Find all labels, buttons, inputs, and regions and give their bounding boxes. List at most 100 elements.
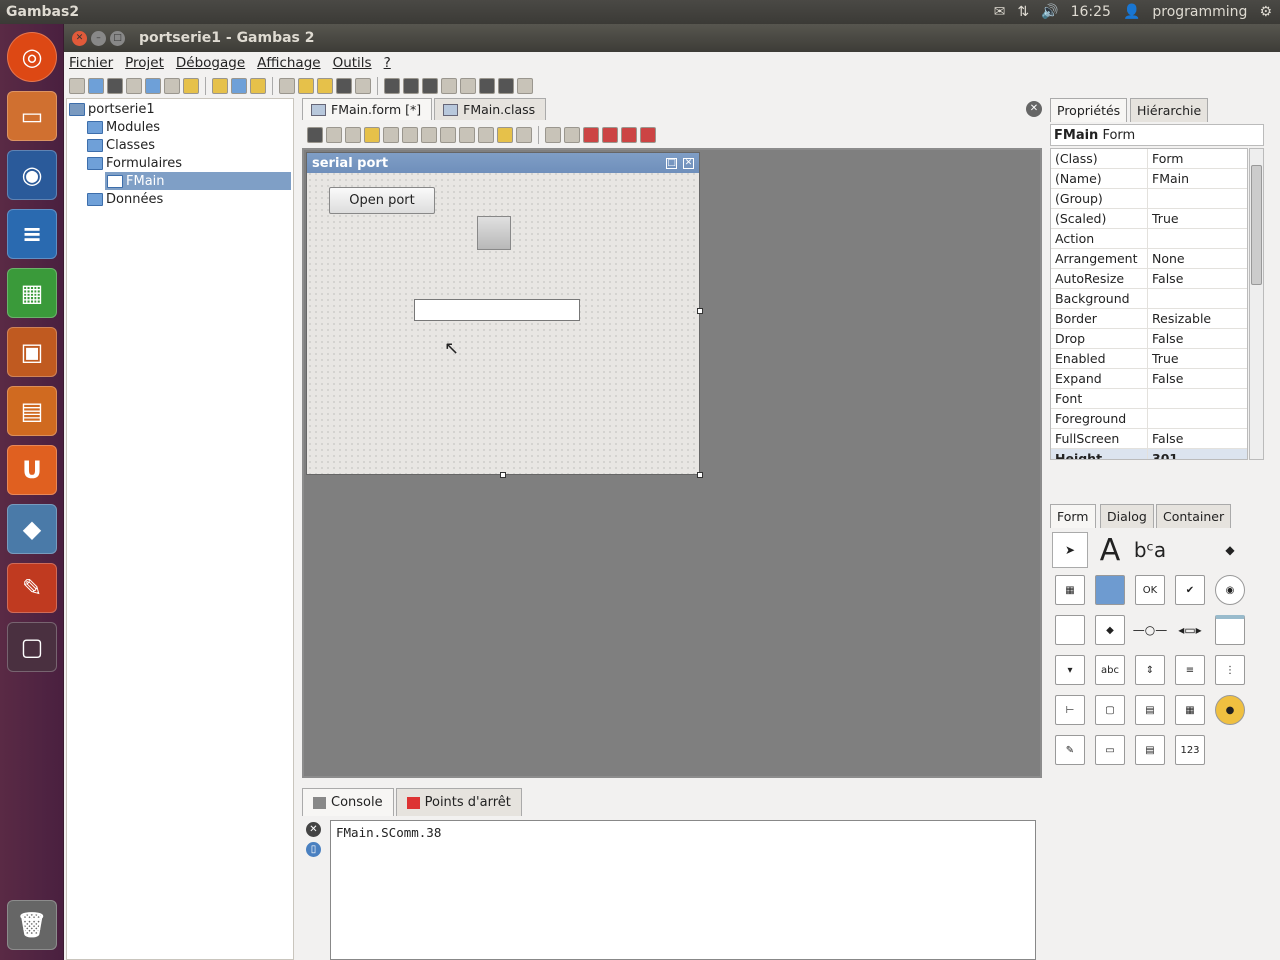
files-icon[interactable]: ▭: [7, 91, 57, 141]
properties-icon[interactable]: [145, 78, 161, 94]
open-port-button[interactable]: Open port: [329, 187, 435, 214]
property-value[interactable]: [1148, 189, 1247, 208]
valuebox-tool-icon[interactable]: 123: [1172, 732, 1208, 768]
clock[interactable]: 16:25: [1071, 4, 1111, 20]
properties-table[interactable]: (Class) Form (Name) FMain (Group) (Scaled) Tru…: [1050, 148, 1248, 460]
scrollbar-thumb[interactable]: [1251, 165, 1262, 285]
resize-handle[interactable]: [500, 472, 506, 478]
project-tree[interactable]: portserie1 Modules Classes Formulaires F…: [66, 98, 294, 960]
trash-icon[interactable]: 🗑: [7, 900, 57, 950]
package-icon[interactable]: [250, 78, 266, 94]
gear-icon[interactable]: ⚙: [1259, 4, 1272, 20]
magic-icon[interactable]: [317, 78, 333, 94]
property-row[interactable]: (Group): [1051, 189, 1247, 209]
property-row[interactable]: Foreground: [1051, 409, 1247, 429]
menu-editor-icon[interactable]: [497, 127, 513, 143]
tools-icon[interactable]: [183, 78, 199, 94]
property-value[interactable]: False: [1148, 329, 1247, 348]
movie-tool-icon[interactable]: ▦: [1052, 572, 1088, 608]
close-tab-icon[interactable]: ✕: [1026, 101, 1042, 117]
undo-icon[interactable]: [459, 127, 475, 143]
menu-projet[interactable]: Projet: [125, 55, 164, 71]
resize-handle[interactable]: [697, 472, 703, 478]
search-icon[interactable]: [355, 78, 371, 94]
tab-properties[interactable]: Propriétés: [1050, 98, 1128, 122]
tree-item-classes[interactable]: Classes: [85, 136, 155, 154]
listview-tool-icon[interactable]: ⋮: [1212, 652, 1248, 688]
picturebox-tool-icon[interactable]: [1092, 572, 1128, 608]
tab-fmain-class[interactable]: FMain.class: [434, 98, 547, 120]
refresh-icon[interactable]: [164, 78, 180, 94]
tab-fmain-form[interactable]: FMain.form [*]: [302, 98, 433, 120]
listbox-tool-icon[interactable]: ≡: [1172, 652, 1208, 688]
property-row[interactable]: Arrangement None: [1051, 249, 1247, 269]
compile-icon[interactable]: [231, 78, 247, 94]
property-row[interactable]: FullScreen False: [1051, 429, 1247, 449]
tab-form-components[interactable]: Form: [1050, 504, 1096, 528]
property-row[interactable]: Enabled True: [1051, 349, 1247, 369]
save-icon[interactable]: [107, 78, 123, 94]
combobox-tool-icon[interactable]: ▾: [1052, 652, 1088, 688]
property-value[interactable]: [1148, 289, 1247, 308]
maximize-icon[interactable]: □: [110, 30, 125, 46]
property-value[interactable]: False: [1148, 429, 1247, 448]
user-icon[interactable]: 👤: [1123, 4, 1140, 20]
cut-icon[interactable]: [383, 127, 399, 143]
edit-icon[interactable]: [298, 78, 314, 94]
form-icon[interactable]: [279, 78, 295, 94]
property-row[interactable]: Background: [1051, 289, 1247, 309]
property-value[interactable]: True: [1148, 349, 1247, 368]
property-row[interactable]: (Scaled) True: [1051, 209, 1247, 229]
form-fmain[interactable]: serial port □ ✕ Open port ↖: [306, 152, 700, 475]
tab-dialog-components[interactable]: Dialog: [1100, 504, 1154, 528]
calc-icon[interactable]: ▦: [7, 268, 57, 318]
toolbutton-tool-icon[interactable]: ◆: [1092, 612, 1128, 648]
tree-item-modules[interactable]: Modules: [85, 118, 160, 136]
ubuntu-home-icon[interactable]: ◎: [7, 32, 57, 82]
tab-container-components[interactable]: Container: [1156, 504, 1232, 528]
property-value[interactable]: [1148, 229, 1247, 248]
gambas-icon[interactable]: ◆: [7, 504, 57, 554]
button-tool-icon[interactable]: OK: [1132, 572, 1168, 608]
resize-handle[interactable]: [697, 308, 703, 314]
property-value[interactable]: Resizable: [1148, 309, 1247, 328]
label-tool-icon[interactable]: A: [1092, 532, 1128, 568]
step-over-icon[interactable]: [403, 78, 419, 94]
serial-port-control-icon[interactable]: [477, 216, 511, 250]
property-value[interactable]: Form: [1148, 149, 1247, 168]
ubuntu-one-icon[interactable]: U: [7, 445, 57, 495]
tree-item-fmain[interactable]: FMain: [105, 172, 291, 190]
image-icon[interactable]: [336, 78, 352, 94]
stop-icon[interactable]: [460, 78, 476, 94]
property-value[interactable]: [1148, 389, 1247, 408]
pointer-tool-icon[interactable]: ➤: [1052, 532, 1088, 568]
form-designer[interactable]: serial port □ ✕ Open port ↖: [302, 148, 1042, 778]
menu-debogage[interactable]: Débogage: [176, 55, 245, 71]
lock-icon[interactable]: [364, 127, 380, 143]
property-row[interactable]: (Name) FMain: [1051, 169, 1247, 189]
tab-console[interactable]: Console: [302, 788, 394, 816]
property-row[interactable]: Expand False: [1051, 369, 1247, 389]
property-value[interactable]: False: [1148, 369, 1247, 388]
scrollbar-tool-icon[interactable]: ◂▭▸: [1172, 612, 1208, 648]
menu-affichage[interactable]: Affichage: [257, 55, 320, 71]
volume-icon[interactable]: 🔊: [1041, 4, 1058, 20]
editor-tool-icon[interactable]: ✎: [1052, 732, 1088, 768]
step-into-icon[interactable]: [384, 78, 400, 94]
spinbox-tool-icon[interactable]: ⇕: [1132, 652, 1168, 688]
mail-icon[interactable]: ✉: [994, 4, 1006, 20]
iconview-tool-icon[interactable]: ▢: [1092, 692, 1128, 728]
grid-icon[interactable]: [516, 127, 532, 143]
writer-icon[interactable]: ≡: [7, 209, 57, 259]
pause-icon[interactable]: [441, 78, 457, 94]
firefox-icon[interactable]: ◉: [7, 150, 57, 200]
property-value[interactable]: FMain: [1148, 169, 1247, 188]
property-value[interactable]: None: [1148, 249, 1247, 268]
network-icon[interactable]: ⇅: [1017, 4, 1029, 20]
text-box[interactable]: [414, 299, 580, 321]
user-name[interactable]: programming: [1152, 4, 1247, 20]
menu-fichier[interactable]: Fichier: [69, 55, 113, 71]
delete-icon[interactable]: [440, 127, 456, 143]
menu-outils[interactable]: Outils: [333, 55, 372, 71]
forward-icon[interactable]: [498, 78, 514, 94]
